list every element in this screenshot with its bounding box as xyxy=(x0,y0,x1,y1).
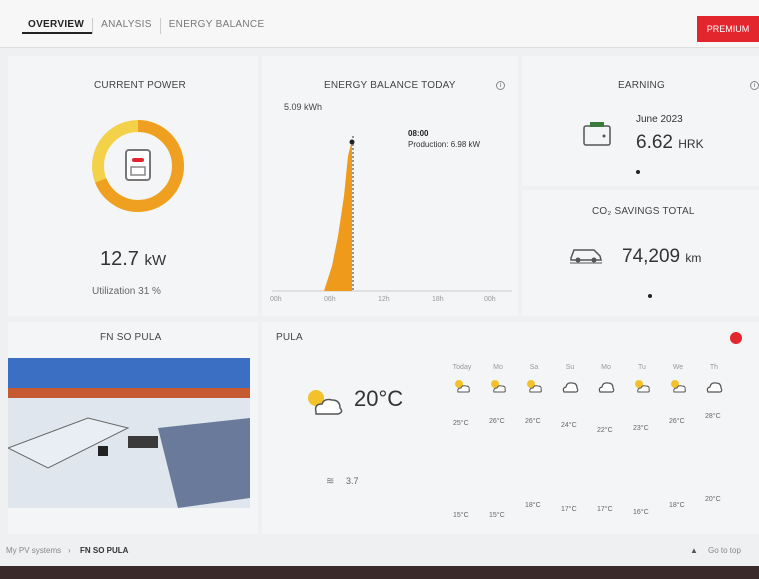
plant-card: FN SO PULA xyxy=(8,322,258,534)
forecast-day-label: Sa xyxy=(529,364,539,371)
weather-location: PULA xyxy=(276,332,303,343)
forecast-day-label: Mo xyxy=(493,364,503,371)
wallet-icon xyxy=(583,122,611,146)
x-tick: 06h xyxy=(324,296,336,303)
forecast-low-temp: 20°C xyxy=(705,496,721,503)
partly-sunny-icon xyxy=(453,378,471,394)
tab-energy-balance[interactable]: ENERGY BALANCE xyxy=(159,18,273,34)
forecast-day-label: Th xyxy=(709,364,719,371)
bottom-bezel xyxy=(0,566,759,579)
tab-analysis[interactable]: ANALYSIS xyxy=(92,18,160,34)
premium-button[interactable]: PREMIUM xyxy=(697,16,759,42)
earning-period: June 2023 xyxy=(636,114,683,125)
energy-balance-title: ENERGY BALANCE TODAY xyxy=(324,80,456,91)
x-tick: 00h xyxy=(484,296,496,303)
co2-savings-card: CO₂ SAVINGS TOTAL 74,209 km xyxy=(522,190,759,316)
partly-sunny-icon xyxy=(633,378,651,394)
car-icon xyxy=(570,249,602,264)
partly-sunny-icon xyxy=(489,378,507,394)
energy-balance-card: ENERGY BALANCE TODAY i 5.09 kWh 08:00 Pr… xyxy=(262,56,518,316)
info-icon[interactable]: i xyxy=(750,81,759,90)
forecast-high-temp: 25°C xyxy=(453,420,469,427)
x-tick: 00h xyxy=(270,296,282,303)
partly-sunny-icon xyxy=(525,378,543,394)
current-power-card: CURRENT POWER 12.7 kW Utilization 31 % xyxy=(8,56,258,316)
footer: My PV systems › FN SO PULA ▲ Go to top xyxy=(0,538,759,564)
earning-title: EARNING xyxy=(618,80,665,91)
tooltip-time: 08:00 xyxy=(408,129,429,138)
forecast-high-temp: 26°C xyxy=(525,417,541,425)
production-area xyxy=(324,140,352,291)
forecast-day-label: Mo xyxy=(601,364,611,371)
pager-dot[interactable] xyxy=(648,294,652,298)
forecast-low-temp: 15°C xyxy=(453,512,469,519)
forecast-low-temp: 17°C xyxy=(561,505,577,513)
info-icon[interactable]: i xyxy=(496,81,505,90)
forecast-day-label: Today xyxy=(452,364,472,371)
arrow-up-icon[interactable]: ▲ xyxy=(690,546,698,555)
plant-photo xyxy=(8,358,250,508)
cloudy-icon xyxy=(705,378,723,394)
weather-card: PULA 20°C ≋ 3.7 Today 25°C 15°C Mo 26°C 15°C S… xyxy=(262,322,759,534)
earning-card: EARNING i June 2023 6.62 HRK xyxy=(522,56,759,186)
forecast-low-temp: 16°C xyxy=(633,508,649,516)
wind-icon: ≋ xyxy=(326,476,335,487)
forecast-day-label: We xyxy=(672,364,684,371)
inverter-icon xyxy=(125,149,151,181)
chart-max-label: 5.09 kWh xyxy=(284,102,323,112)
forecast-low-temp: 17°C xyxy=(597,505,613,513)
go-to-top-link[interactable]: Go to top xyxy=(708,546,741,555)
partly-sunny-icon xyxy=(669,378,687,394)
current-temperature: 20°C xyxy=(354,386,404,411)
current-power-value: 12.7 kW xyxy=(100,248,167,270)
breadcrumb-root[interactable]: My PV systems xyxy=(6,546,61,555)
breadcrumb-separator: › xyxy=(68,546,71,555)
cloudy-icon xyxy=(561,378,579,394)
forecast-high-temp: 22°C xyxy=(597,427,613,435)
breadcrumb-current: FN SO PULA xyxy=(80,546,129,555)
co2-value: 74,209 km xyxy=(622,246,702,267)
forecast-low-temp: 15°C xyxy=(489,512,505,519)
forecast-low-temp: 18°C xyxy=(669,502,685,510)
cursor-point xyxy=(349,139,355,145)
earning-value: 6.62 HRK xyxy=(636,132,704,153)
current-power-title: CURRENT POWER xyxy=(94,80,186,91)
co2-title: CO₂ SAVINGS TOTAL xyxy=(592,206,695,217)
forecast-high-temp: 28°C xyxy=(705,412,721,420)
tab-overview[interactable]: OVERVIEW xyxy=(22,18,93,34)
cloudy-icon xyxy=(597,378,615,394)
power-gauge xyxy=(92,120,184,212)
alert-badge[interactable] xyxy=(730,332,742,344)
plant-title: FN SO PULA xyxy=(100,332,162,343)
tooltip-value: Production: 6.98 kW xyxy=(408,140,481,149)
forecast-high-temp: 26°C xyxy=(669,417,685,425)
pager-dot[interactable] xyxy=(636,170,640,174)
forecast-high-temp: 23°C xyxy=(633,424,649,432)
forecast-day-label: Tu xyxy=(638,364,646,371)
forecast-high-temp: 26°C xyxy=(489,417,505,425)
utilization-label: Utilization 31 % xyxy=(92,286,161,297)
forecast-day-label: Su xyxy=(565,364,575,371)
top-nav-bar: OVERVIEW ANALYSIS ENERGY BALANCE PREMIUM xyxy=(0,0,759,48)
x-tick: 12h xyxy=(378,296,390,303)
tab-strip: OVERVIEW ANALYSIS ENERGY BALANCE xyxy=(22,18,272,34)
forecast-low-temp: 18°C xyxy=(525,502,541,510)
x-tick: 18h xyxy=(432,296,444,303)
partly-sunny-icon xyxy=(308,390,343,415)
forecast-high-temp: 24°C xyxy=(561,422,577,430)
wind-value: 3.7 xyxy=(346,476,359,486)
